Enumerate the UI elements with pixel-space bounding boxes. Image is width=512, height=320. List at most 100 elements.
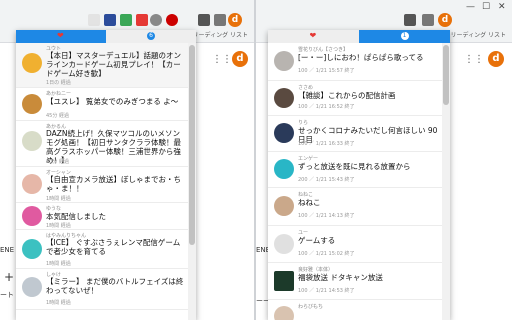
stream-info: 100 ／ 1/21 16:52 終了 bbox=[298, 104, 355, 110]
elapsed: 1時間 経過 bbox=[46, 300, 71, 306]
thumbnail bbox=[274, 306, 294, 320]
scrollbar-thumb[interactable] bbox=[189, 45, 195, 245]
stream-info: 200 ／ 1/21 15:43 終了 bbox=[298, 177, 355, 183]
count-badge: 1 bbox=[400, 32, 409, 40]
list-item[interactable]: あかるん DAZN続上げ！久保マツコルのいメソンモグ処画！【初日サンタクララ体験… bbox=[16, 121, 188, 167]
popup-tabs: ❤ 1 bbox=[268, 30, 450, 43]
extension-icon[interactable] bbox=[88, 14, 100, 26]
channel-name: あかねニー bbox=[46, 91, 72, 97]
channel-name: ユー bbox=[298, 230, 309, 236]
left-browser-window: d リーディング リスト ⋮⋮ d ENE + ート ❤ 6 ユウト 【本日】マ… bbox=[0, 0, 254, 320]
list-item[interactable]: ねねこ ねねこ 100 ／ 1/21 14:13 終了 bbox=[268, 188, 442, 226]
stream-title: [ー・ー]しにおわ！ぱらぱら歌ってる bbox=[298, 53, 424, 62]
stream-title: ねねこ bbox=[298, 198, 321, 207]
list-item[interactable]: ゆうな 本気配信しました 1時間 経過 bbox=[16, 203, 188, 230]
channel-name: りら bbox=[298, 120, 309, 126]
thumbnail bbox=[274, 88, 294, 108]
page-avatar[interactable]: d bbox=[232, 51, 248, 67]
thumbnail bbox=[274, 159, 294, 179]
list-item[interactable]: オーシャン 【自由宣カメラ放送】ぼしゃまでお・ちゃ・ま！！ 1時間 経過 bbox=[16, 167, 188, 203]
stream-title: 【本日】マスターデュエル】話題のオンラインカードゲーム初見プレイ！【カードゲーム… bbox=[46, 51, 181, 78]
heart-icon: ❤ bbox=[309, 31, 317, 40]
elapsed: 1時間 経過 bbox=[46, 223, 71, 229]
thumbnail bbox=[22, 174, 42, 194]
stream-title: 本気配信しました bbox=[46, 212, 106, 221]
stream-title: 【ユスレ】 覧弟女でのみぎつまる よ～ bbox=[46, 97, 179, 106]
list-item[interactable]: ささめ 【雑談】これからの配信計画 100 ／ 1/21 16:52 終了 bbox=[268, 81, 442, 116]
stream-info: 100 ／ 1/21 16:33 終了 bbox=[298, 141, 355, 147]
stream-title: 【自由宣カメラ放送】ぼしゃまでお・ちゃ・ま！！ bbox=[46, 175, 181, 193]
list-item[interactable]: ユー ゲームする 100 ／ 1/21 15:02 終了 bbox=[268, 226, 442, 263]
channel-name: 雪花りびん【さつき】 bbox=[298, 47, 349, 53]
puzzle-icon[interactable] bbox=[198, 14, 210, 26]
thumbnail bbox=[22, 53, 42, 73]
thumbnail bbox=[22, 239, 42, 259]
stream-title: 【ミラー】 まだ僕のバトルフェイズは終わってないぜ！ bbox=[46, 277, 184, 295]
channel-name: ねねこ bbox=[298, 192, 314, 198]
page-avatar[interactable]: d bbox=[488, 51, 504, 67]
profile-avatar[interactable]: d bbox=[438, 13, 452, 27]
page-text-fragment: ENE bbox=[0, 246, 15, 254]
thumbnail bbox=[22, 131, 42, 151]
stream-info: 100 ／ 1/21 14:53 終了 bbox=[298, 288, 355, 294]
channel-name: ゆうな bbox=[46, 206, 62, 212]
heart-icon: ❤ bbox=[57, 31, 64, 40]
scrollbar[interactable] bbox=[442, 43, 450, 320]
extension-popup: ❤ 1 雪花りびん【さつき】 [ー・ー]しにおわ！ぱらぱら歌ってる 100 ／ … bbox=[268, 30, 450, 320]
count-badge: 6 bbox=[147, 32, 155, 40]
thumbnail bbox=[274, 51, 294, 71]
channel-name: ささめ bbox=[298, 85, 314, 91]
extension-icon[interactable] bbox=[150, 14, 162, 26]
channel-name: エンゲー bbox=[298, 156, 319, 162]
list-item[interactable]: りら せっかくコロナみたいだし何言ほしい 90日目 100 ／ 1/21 16:… bbox=[268, 116, 442, 152]
stream-title: 【ICE】 ぐすぶさうぇレンマ配信ゲームで者少女を育てる bbox=[46, 238, 181, 256]
list-item[interactable]: 雪花りびん【さつき】 [ー・ー]しにおわ！ぱらぱら歌ってる 100 ／ 1/21… bbox=[268, 43, 442, 81]
list-item[interactable]: ユウト 【本日】マスターデュエル】話題のオンラインカードゲーム初見プレイ！【カー… bbox=[16, 43, 188, 88]
scrollbar[interactable] bbox=[188, 43, 196, 320]
list-item[interactable]: 良好雅（本体） 福袋放送 ドタキャン放送 100 ／ 1/21 14:53 終了 bbox=[268, 263, 442, 300]
extension-popup: ❤ 6 ユウト 【本日】マスターデュエル】話題のオンラインカードゲーム初見プレイ… bbox=[16, 30, 196, 320]
list-item[interactable]: わらびもち bbox=[268, 300, 442, 320]
reading-list[interactable]: リーディング リスト bbox=[451, 30, 507, 39]
tab-history[interactable]: 6 bbox=[106, 30, 196, 43]
stream-title: 【雑談】これからの配信計画 bbox=[298, 91, 396, 100]
stream-list: 雪花りびん【さつき】 [ー・ー]しにおわ！ぱらぱら歌ってる 100 ／ 1/21… bbox=[268, 43, 442, 320]
elapsed: 1時間 経過 bbox=[46, 196, 71, 202]
extension-icon[interactable] bbox=[120, 14, 132, 26]
maximize-icon[interactable]: ☐ bbox=[482, 2, 490, 12]
stream-info: 100 ／ 1/21 14:13 終了 bbox=[298, 213, 355, 219]
list-item[interactable]: しゃけ 【ミラー】 まだ僕のバトルフェイズは終わってないぜ！ 1時間 経過 bbox=[16, 269, 188, 310]
puzzle-icon[interactable] bbox=[404, 14, 416, 26]
menu-icon[interactable] bbox=[214, 14, 226, 26]
apps-grid-icon[interactable]: ⋮⋮ bbox=[212, 54, 232, 65]
profile-avatar[interactable]: d bbox=[228, 13, 242, 27]
tab-favorites[interactable]: ❤ bbox=[16, 30, 106, 43]
stream-list: ユウト 【本日】マスターデュエル】話題のオンラインカードゲーム初見プレイ！【カー… bbox=[16, 43, 188, 320]
apps-grid-icon[interactable]: ⋮⋮ bbox=[464, 54, 484, 65]
extension-icon[interactable] bbox=[136, 14, 148, 26]
menu-icon[interactable] bbox=[422, 14, 434, 26]
list-item[interactable]: あかねニー 【ユスレ】 覧弟女でのみぎつまる よ～ 45分 経過 bbox=[16, 88, 188, 121]
list-item[interactable]: エンゲー ずっと放送を既に見れる放置から 200 ／ 1/21 15:43 終了 bbox=[268, 152, 442, 188]
thumbnail bbox=[274, 234, 294, 254]
stream-info: 100 ／ 1/21 15:02 終了 bbox=[298, 251, 355, 257]
scrollbar-thumb[interactable] bbox=[443, 45, 449, 105]
page-text-fragment: + bbox=[4, 270, 15, 284]
reading-list[interactable]: リーディング リスト bbox=[193, 30, 249, 39]
thumbnail bbox=[22, 94, 42, 114]
close-icon[interactable]: ✕ bbox=[498, 2, 506, 12]
tab-history[interactable]: 1 bbox=[359, 30, 450, 43]
tab-favorites[interactable]: ❤ bbox=[268, 30, 359, 43]
thumbnail bbox=[274, 123, 294, 143]
stream-title: ゲームする bbox=[298, 236, 336, 245]
minimize-icon[interactable]: — bbox=[466, 2, 475, 12]
elapsed: 1時間 経過 bbox=[46, 261, 71, 267]
list-item[interactable]: はやみんりちゃん 【ICE】 ぐすぶさうぇレンマ配信ゲームで者少女を育てる 1時… bbox=[16, 230, 188, 269]
elapsed: 1日の 経過 bbox=[46, 80, 71, 86]
popup-tabs: ❤ 6 bbox=[16, 30, 196, 43]
thumbnail bbox=[22, 206, 42, 226]
extension-icon[interactable] bbox=[166, 14, 178, 26]
extension-icon[interactable] bbox=[104, 14, 116, 26]
thumbnail bbox=[22, 277, 42, 297]
stream-info: 100 ／ 1/21 15:57 終了 bbox=[298, 68, 355, 74]
